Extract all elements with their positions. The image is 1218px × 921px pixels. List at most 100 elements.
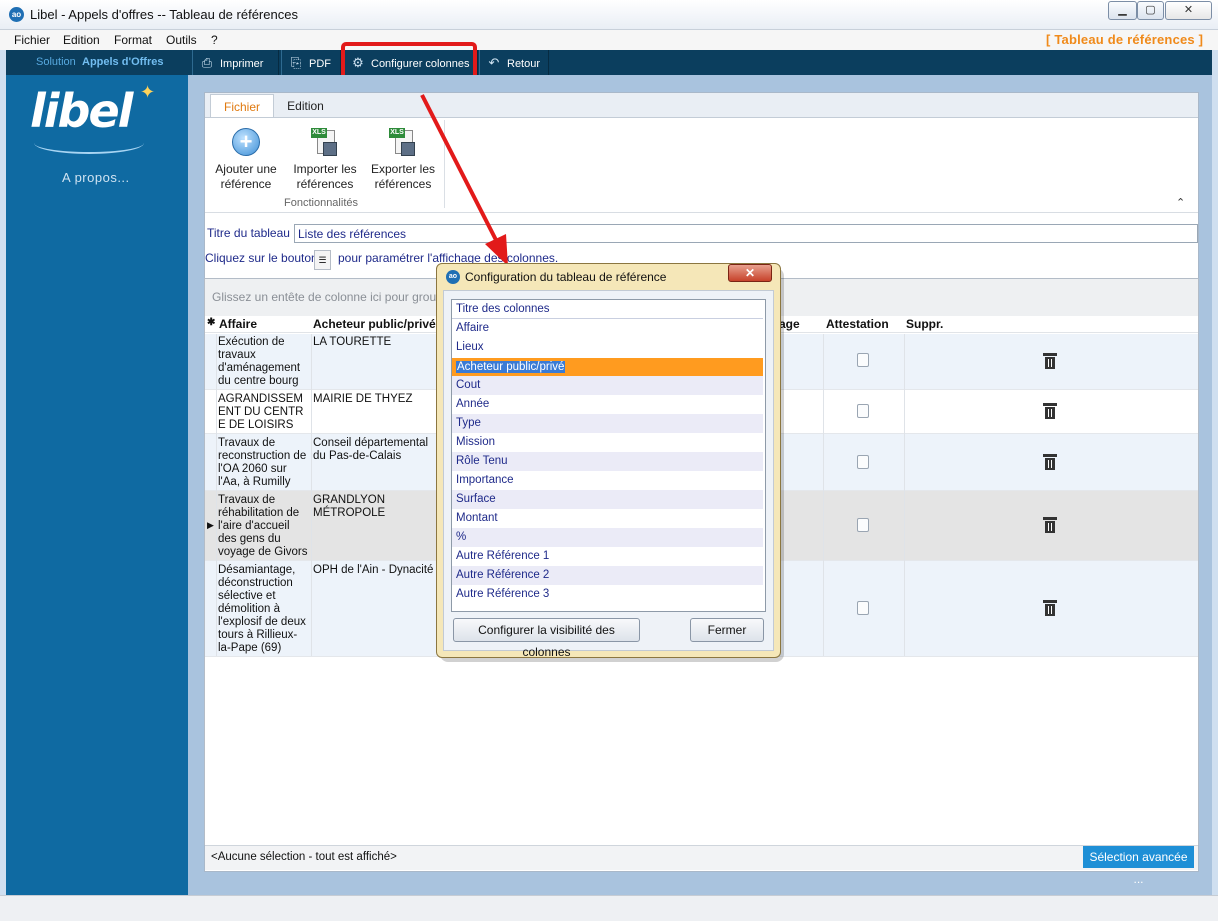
attestation-checkbox[interactable] bbox=[857, 518, 869, 532]
export-label-1: Exporter les bbox=[370, 162, 436, 176]
dialog-app-icon: ao bbox=[446, 270, 460, 284]
export-xls-icon: XLS bbox=[389, 128, 417, 156]
export-references-button[interactable]: XLS Exporter les références bbox=[367, 128, 439, 192]
menu-edition[interactable]: Edition bbox=[63, 33, 100, 47]
columns-list-header: Titre des colonnes bbox=[452, 300, 763, 319]
column-separator bbox=[216, 334, 217, 656]
maximize-button[interactable]: ▢ bbox=[1137, 1, 1164, 20]
attestation-checkbox[interactable] bbox=[857, 404, 869, 418]
new-row-marker: ✱ bbox=[207, 317, 216, 328]
list-item[interactable]: Importance bbox=[452, 471, 763, 490]
list-item[interactable]: Affaire bbox=[452, 319, 763, 338]
collapse-ribbon-icon[interactable]: ⌃ bbox=[1176, 196, 1185, 209]
minimize-button[interactable]: ▁ bbox=[1108, 1, 1137, 20]
selection-status: <Aucune sélection - tout est affiché> bbox=[211, 851, 397, 863]
pdf-button[interactable]: ⎘ PDF bbox=[281, 50, 341, 75]
list-item[interactable]: Année bbox=[452, 395, 763, 414]
import-label-2: références bbox=[296, 177, 354, 191]
cell-acheteur: MAIRIE DE THYEZ bbox=[313, 393, 413, 405]
attestation-checkbox[interactable] bbox=[857, 455, 869, 469]
status-bar bbox=[0, 895, 1218, 921]
pdf-label: PDF bbox=[309, 58, 331, 70]
list-item[interactable]: Cout bbox=[452, 376, 763, 395]
cell-affaire: Désamiantage, déconstruction sélective e… bbox=[218, 564, 306, 654]
tab-edition[interactable]: Edition bbox=[278, 94, 333, 118]
list-item[interactable]: Surface bbox=[452, 490, 763, 509]
ribbon-separator bbox=[444, 120, 445, 208]
solution-name: Appels d'Offres bbox=[82, 56, 164, 68]
dialog-title: Configuration du tableau de référence bbox=[465, 270, 667, 284]
attestation-checkbox[interactable] bbox=[857, 601, 869, 615]
column-separator bbox=[823, 334, 824, 656]
list-item[interactable]: Autre Référence 3 bbox=[452, 585, 763, 604]
trash-icon[interactable] bbox=[1043, 600, 1057, 616]
group-by-hint: Glissez un entête de colonne ici pour gr… bbox=[212, 290, 467, 304]
attestation-checkbox[interactable] bbox=[857, 353, 869, 367]
close-window-button[interactable]: ✕ bbox=[1165, 1, 1212, 20]
cell-affaire: Travaux de réhabilitation de l'aire d'ac… bbox=[218, 494, 308, 558]
export-label-2: références bbox=[374, 177, 432, 191]
click-button-hint: Cliquez sur le bouton bbox=[205, 251, 318, 265]
menu-help[interactable]: ? bbox=[211, 33, 218, 47]
app-icon: ao bbox=[9, 7, 24, 22]
list-item-selected[interactable]: Acheteur public/privé bbox=[452, 358, 763, 377]
list-item[interactable]: Montant bbox=[452, 509, 763, 528]
trash-icon[interactable] bbox=[1043, 403, 1057, 419]
cell-acheteur: GRANDLYON MÉTROPOLE bbox=[313, 494, 386, 519]
pdf-icon: ⎘ bbox=[290, 55, 302, 70]
selected-item-label: Acheteur public/privé bbox=[456, 361, 566, 373]
cell-acheteur: LA TOURETTE bbox=[313, 336, 392, 348]
close-dialog-button[interactable]: Fermer bbox=[690, 618, 764, 642]
cell-acheteur: Conseil départemental du Pas-de-Calais bbox=[313, 437, 429, 462]
col-header-affaire[interactable]: Affaire bbox=[219, 317, 257, 331]
tab-fichier[interactable]: Fichier bbox=[210, 94, 274, 118]
logo-swoosh bbox=[34, 132, 144, 154]
menu-fichier[interactable]: Fichier bbox=[14, 33, 50, 47]
solution-label: Solution bbox=[36, 56, 76, 68]
list-item[interactable]: Lieux bbox=[452, 338, 763, 357]
window-title: Libel - Appels d'offres -- Tableau de ré… bbox=[30, 7, 298, 22]
configure-visibility-button[interactable]: Configurer la visibilité des colonnes bbox=[453, 618, 640, 659]
trash-icon[interactable] bbox=[1043, 454, 1057, 470]
import-label-1: Importer les bbox=[293, 162, 357, 176]
screen-title: [ Tableau de références ] bbox=[1046, 32, 1204, 47]
back-label: Retour bbox=[507, 58, 541, 70]
dialog-close-button[interactable]: ✕ bbox=[728, 264, 772, 282]
add-reference-button[interactable]: + Ajouter une référence bbox=[210, 128, 282, 192]
add-reference-label-2: référence bbox=[220, 177, 272, 191]
trash-icon[interactable] bbox=[1043, 353, 1057, 369]
table-title-label: Titre du tableau : bbox=[207, 226, 297, 240]
list-item[interactable]: % bbox=[452, 528, 763, 547]
list-item[interactable]: Rôle Tenu bbox=[452, 452, 763, 471]
col-header-suppr[interactable]: Suppr. bbox=[906, 317, 943, 331]
import-references-button[interactable]: XLS Importer les références bbox=[289, 128, 361, 192]
back-button[interactable]: ↶ Retour bbox=[479, 50, 549, 75]
advanced-selection-button[interactable]: Sélection avancée ... bbox=[1083, 846, 1194, 886]
current-row-pointer-icon: ▶ bbox=[207, 520, 214, 530]
about-link[interactable]: A propos... bbox=[62, 170, 130, 185]
ribbon-tabs bbox=[205, 93, 1198, 117]
add-reference-label-1: Ajouter une bbox=[215, 162, 277, 176]
sidebar bbox=[6, 75, 188, 895]
menu-outils[interactable]: Outils bbox=[166, 33, 197, 47]
import-xls-icon: XLS bbox=[311, 128, 339, 156]
list-item[interactable]: Mission bbox=[452, 433, 763, 452]
column-separator bbox=[311, 334, 312, 656]
dragonfly-icon: ✦ bbox=[140, 82, 156, 102]
cell-affaire: Exécution de travaux d'aménagement du ce… bbox=[218, 336, 301, 387]
menu-format[interactable]: Format bbox=[114, 33, 152, 47]
list-item[interactable]: Autre Référence 2 bbox=[452, 566, 763, 585]
list-item[interactable]: Type bbox=[452, 414, 763, 433]
table-title-input[interactable] bbox=[294, 224, 1198, 243]
print-button[interactable]: ⎙ Imprimer bbox=[192, 50, 279, 75]
column-settings-icon[interactable]: ☰ bbox=[314, 250, 331, 270]
trash-icon[interactable] bbox=[1043, 517, 1057, 533]
printer-icon: ⎙ bbox=[201, 55, 213, 70]
list-item[interactable]: Autre Référence 1 bbox=[452, 547, 763, 566]
col-header-attestation[interactable]: Attestation bbox=[826, 317, 889, 331]
col-header-acheteur[interactable]: Acheteur public/privé bbox=[313, 317, 436, 331]
add-icon: + bbox=[232, 128, 260, 156]
column-separator bbox=[904, 334, 905, 656]
undo-icon: ↶ bbox=[488, 55, 500, 70]
cell-acheteur: OPH de l'Ain - Dynacité bbox=[313, 564, 434, 576]
